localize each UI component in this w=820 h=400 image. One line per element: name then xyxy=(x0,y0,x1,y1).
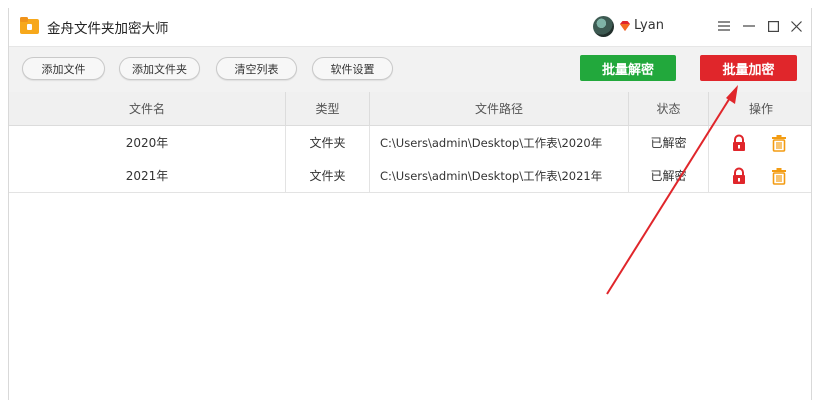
menu-icon[interactable] xyxy=(715,17,733,35)
header-type[interactable]: 类型 xyxy=(286,92,370,125)
avatar[interactable] xyxy=(593,16,614,37)
title-bar: 金舟文件夹加密大师 Lyan xyxy=(9,8,811,46)
table-header: 文件名 类型 文件路径 状态 操作 xyxy=(9,92,811,126)
cell-path: C:\Users\admin\Desktop\工作表\2020年 xyxy=(370,126,629,159)
add-file-button[interactable]: 添加文件 xyxy=(22,57,105,80)
cell-filename: 2021年 xyxy=(9,159,286,192)
lock-icon[interactable] xyxy=(731,167,747,185)
toolbar: 添加文件 添加文件夹 清空列表 软件设置 批量解密 批量加密 xyxy=(9,46,811,93)
cell-actions xyxy=(709,159,811,192)
batch-decrypt-button[interactable]: 批量解密 xyxy=(580,55,676,81)
cell-filename: 2020年 xyxy=(9,126,286,159)
cell-path: C:\Users\admin\Desktop\工作表\2021年 xyxy=(370,159,629,192)
trash-icon[interactable] xyxy=(771,167,787,185)
header-status[interactable]: 状态 xyxy=(629,92,709,125)
clear-list-button[interactable]: 清空列表 xyxy=(216,57,297,80)
app-window: 金舟文件夹加密大师 Lyan 添加文件 添加文件夹 清空列表 软件设置 批量解密… xyxy=(8,8,812,400)
table-row[interactable]: 2021年 文件夹 C:\Users\admin\Desktop\工作表\202… xyxy=(9,159,811,193)
cell-type: 文件夹 xyxy=(286,126,370,159)
cell-status: 已解密 xyxy=(629,159,709,192)
maximize-icon[interactable] xyxy=(764,17,782,35)
batch-encrypt-button[interactable]: 批量加密 xyxy=(700,55,797,81)
trash-icon[interactable] xyxy=(771,134,787,152)
cell-type: 文件夹 xyxy=(286,159,370,192)
lock-icon[interactable] xyxy=(731,134,747,152)
add-folder-button[interactable]: 添加文件夹 xyxy=(119,57,200,80)
header-actions: 操作 xyxy=(748,102,773,116)
settings-button[interactable]: 软件设置 xyxy=(312,57,393,80)
app-title: 金舟文件夹加密大师 xyxy=(47,21,169,37)
header-path[interactable]: 文件路径 xyxy=(370,92,629,125)
vip-gem-icon xyxy=(620,21,630,31)
close-icon[interactable] xyxy=(787,17,805,35)
username[interactable]: Lyan xyxy=(634,18,664,33)
cell-actions xyxy=(709,126,811,159)
minimize-icon[interactable] xyxy=(740,17,758,35)
table-row[interactable]: 2020年 文件夹 C:\Users\admin\Desktop\工作表\202… xyxy=(9,126,811,160)
folder-icon xyxy=(20,17,39,34)
cell-status: 已解密 xyxy=(629,126,709,159)
header-filename[interactable]: 文件名 xyxy=(9,92,286,125)
